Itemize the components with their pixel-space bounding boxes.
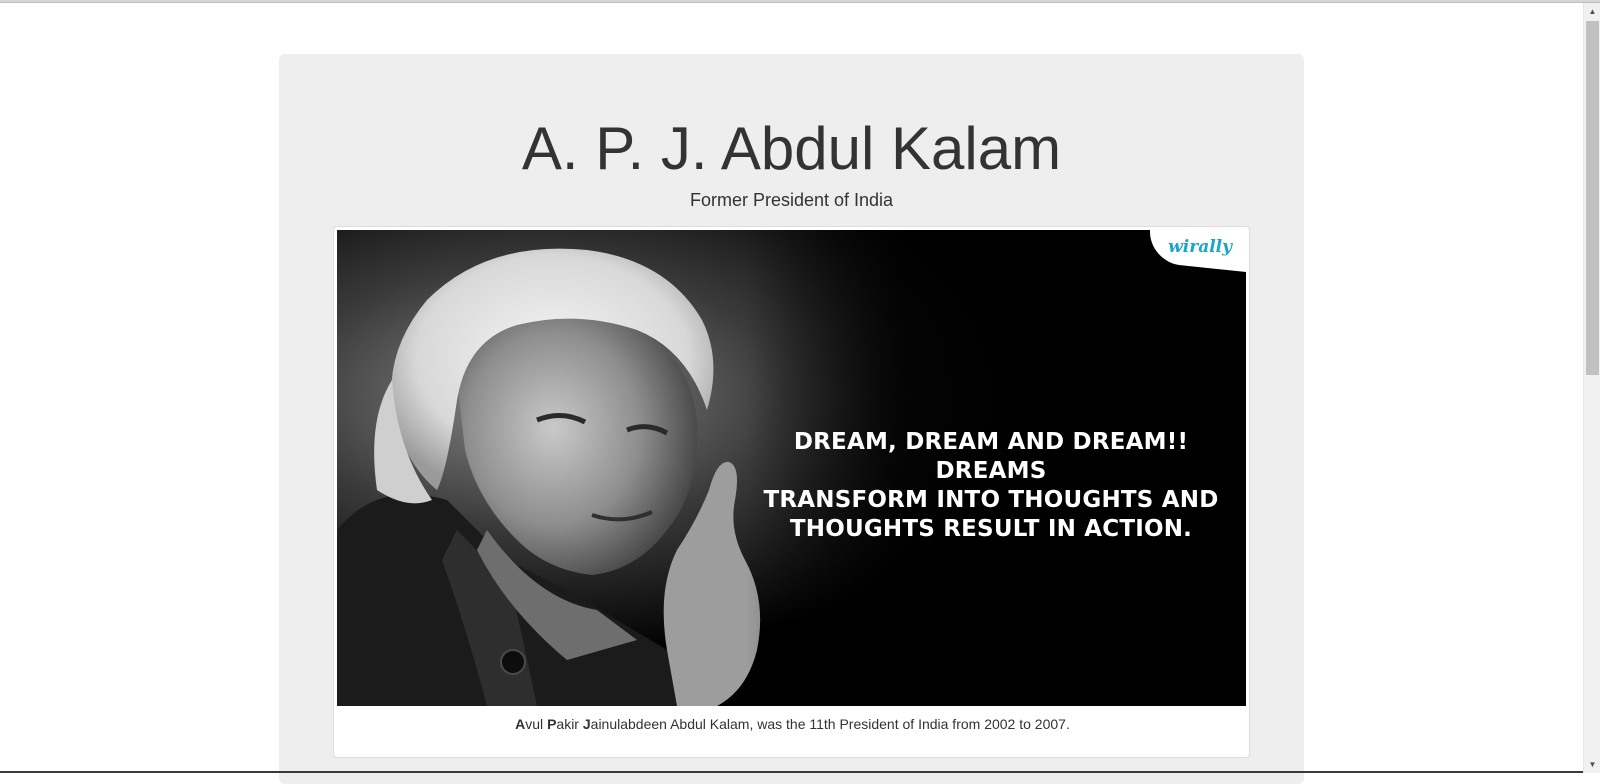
caption-text-1: vul	[525, 716, 548, 732]
quote-line-1: DREAM, DREAM AND DREAM!! DREAMS	[793, 429, 1189, 484]
quote-text: DREAM, DREAM AND DREAM!! DREAMS TRANSFOR…	[747, 428, 1235, 544]
caption-initial-j: J	[582, 716, 591, 732]
vertical-scrollbar[interactable]: ▲ ▼	[1583, 3, 1600, 773]
quote-line-2: TRANSFORM INTO THOUGHTS AND	[763, 487, 1219, 513]
browser-top-edge	[0, 0, 1600, 3]
caption-text-2: akir	[556, 716, 583, 732]
image-thumbnail: DREAM, DREAM AND DREAM!! DREAMS TRANSFOR…	[333, 226, 1250, 758]
jumbotron: A. P. J. Abdul Kalam Former President of…	[279, 54, 1304, 784]
caption-initial-a: A	[515, 716, 526, 732]
caption-initial-p: P	[547, 716, 557, 732]
scroll-up-icon[interactable]: ▲	[1584, 3, 1600, 20]
page-subtitle: Former President of India	[689, 190, 894, 210]
caption-text-3: ainulabdeen Abdul Kalam, was the 11th Pr…	[590, 716, 1070, 732]
portrait-photo: DREAM, DREAM AND DREAM!! DREAMS TRANSFOR…	[337, 230, 1246, 706]
scroll-down-icon[interactable]: ▼	[1584, 756, 1600, 773]
page-title: A. P. J. Abdul Kalam	[521, 115, 1062, 182]
image-caption: Avul Pakir Jainulabdeen Abdul Kalam, was…	[334, 714, 1251, 734]
quote-line-3: THOUGHTS RESULT IN ACTION.	[789, 516, 1193, 542]
scrollbar-thumb[interactable]	[1586, 21, 1599, 375]
wirally-logo: wirally	[1168, 237, 1232, 257]
